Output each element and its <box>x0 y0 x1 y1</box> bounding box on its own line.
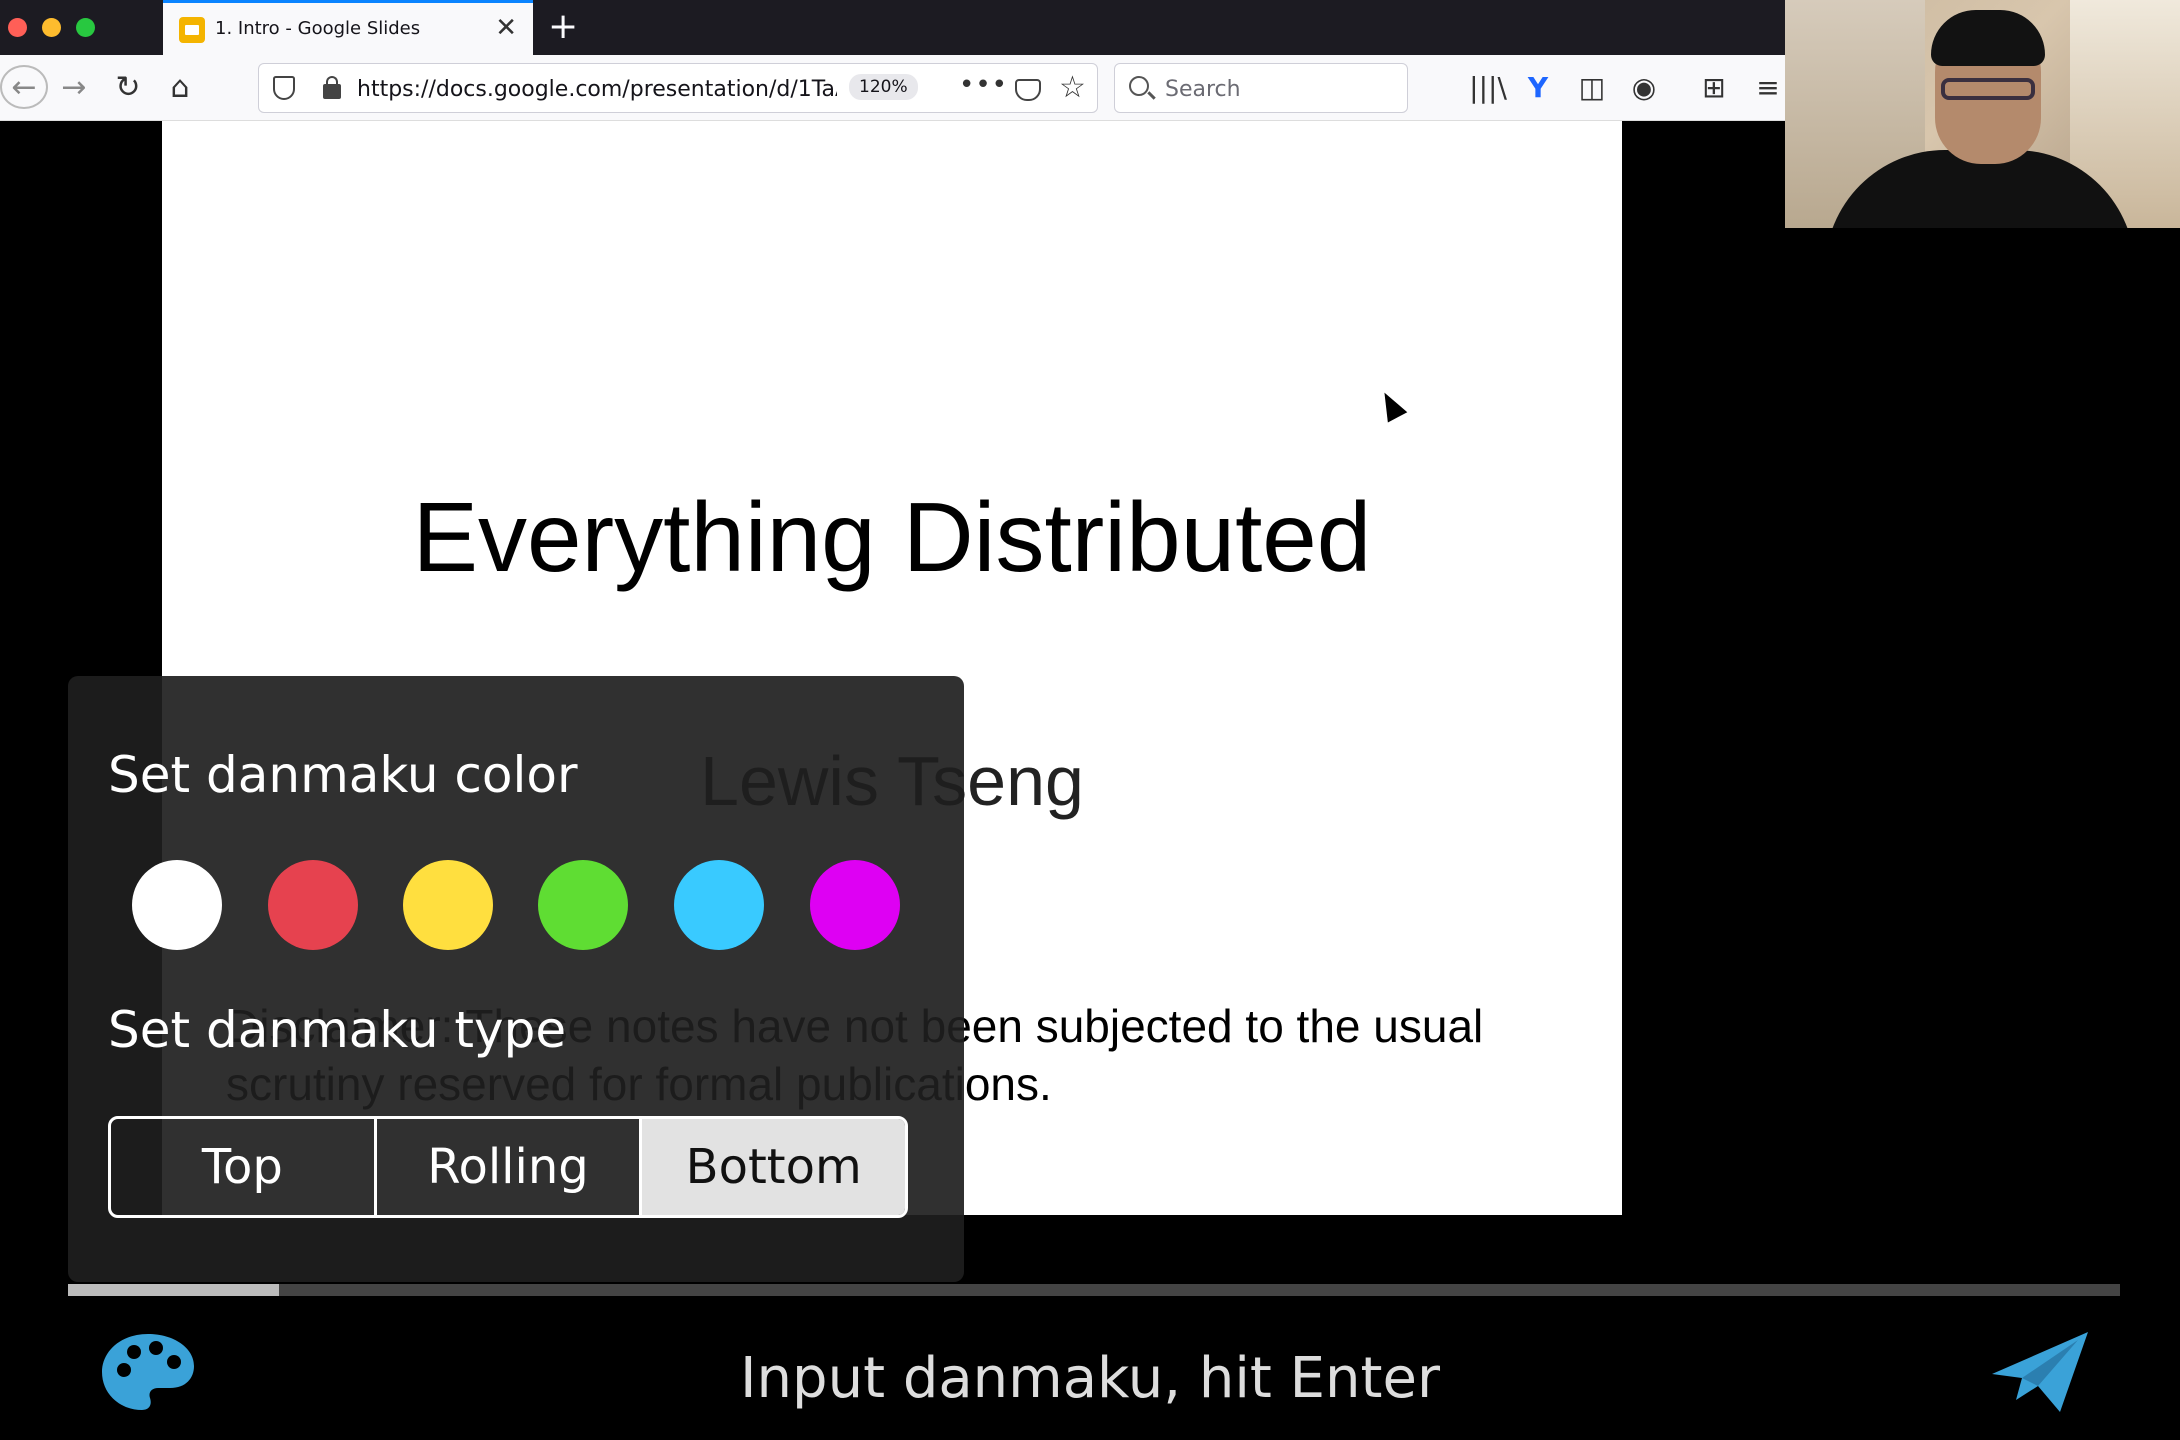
hamburger-menu-icon[interactable]: ≡ <box>1750 69 1786 105</box>
type-top-button[interactable]: Top <box>111 1119 374 1215</box>
slide-title: Everything Distributed <box>412 482 1372 592</box>
color-swatch-cyan[interactable] <box>674 860 764 950</box>
color-swatch-red[interactable] <box>268 860 358 950</box>
mouse-cursor-icon <box>1374 387 1408 423</box>
webcam-video <box>1785 0 2180 228</box>
window-maximize-button[interactable] <box>76 18 95 37</box>
color-swatch-white[interactable] <box>132 860 222 950</box>
danmaku-type-segmented-control: Top Rolling Bottom <box>108 1116 908 1218</box>
presenter-hair <box>1931 10 2045 66</box>
library-icon[interactable]: |||\ <box>1469 69 1507 105</box>
color-swatch-green[interactable] <box>538 860 628 950</box>
lock-icon[interactable] <box>323 76 341 99</box>
danmaku-settings-panel: Set danmaku color Set danmaku type Top R… <box>68 676 964 1282</box>
account-icon[interactable]: ◉ <box>1626 69 1662 105</box>
pocket-icon[interactable] <box>1015 79 1041 101</box>
search-input[interactable]: Search <box>1114 63 1408 113</box>
window-minimize-button[interactable] <box>42 18 61 37</box>
home-button[interactable]: ⌂ <box>158 65 202 109</box>
bookmark-star-icon[interactable]: ☆ <box>1059 70 1086 105</box>
search-placeholder: Search <box>1165 77 1241 102</box>
vpn-icon[interactable]: Y <box>1520 69 1556 105</box>
google-slides-icon <box>179 17 205 43</box>
reload-button[interactable]: ↻ <box>106 65 150 109</box>
address-bar[interactable]: https://docs.google.com/presentation/d/1… <box>258 63 1098 113</box>
url-text[interactable]: https://docs.google.com/presentation/d/1… <box>357 77 837 102</box>
search-icon <box>1129 76 1149 96</box>
danmaku-input[interactable]: Input danmaku, hit Enter <box>0 1346 2180 1411</box>
video-progress-fill <box>68 1284 280 1296</box>
tab-close-icon[interactable]: ✕ <box>495 13 517 43</box>
forward-button[interactable]: → <box>52 65 96 109</box>
new-tab-button[interactable]: + <box>548 6 578 47</box>
danmaku-type-heading: Set danmaku type <box>108 1001 567 1059</box>
color-swatch-magenta[interactable] <box>810 860 900 950</box>
video-progress-bar[interactable] <box>68 1284 2120 1296</box>
type-rolling-button[interactable]: Rolling <box>373 1119 640 1215</box>
zoom-level-badge[interactable]: 120% <box>849 74 918 100</box>
sidebar-toggle-icon[interactable]: ◫ <box>1574 69 1610 105</box>
active-tab[interactable]: 1. Intro - Google Slides ✕ <box>163 0 533 55</box>
browser-tab-bar: 1. Intro - Google Slides ✕ + <box>0 0 1785 55</box>
window-close-button[interactable] <box>8 18 27 37</box>
tracking-protection-shield-icon[interactable] <box>273 76 295 100</box>
type-bottom-button[interactable]: Bottom <box>639 1119 905 1215</box>
tab-title: 1. Intro - Google Slides <box>215 18 421 39</box>
color-swatch-yellow[interactable] <box>403 860 493 950</box>
browser-nav-bar: ← → ↻ ⌂ https://docs.google.com/presenta… <box>0 55 1785 121</box>
back-button[interactable]: ← <box>0 65 48 109</box>
danmaku-color-heading: Set danmaku color <box>108 746 578 804</box>
presenter-glasses <box>1941 78 2035 100</box>
page-actions-icon[interactable]: ••• <box>959 70 1008 100</box>
send-paper-plane-icon[interactable] <box>1990 1328 2090 1416</box>
extension-icon[interactable]: ⊞ <box>1696 69 1732 105</box>
